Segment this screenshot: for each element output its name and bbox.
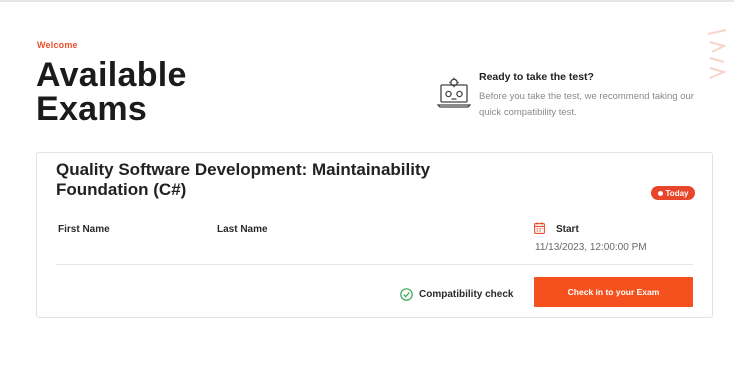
today-badge: Today [651, 186, 695, 200]
start-label: Start [556, 224, 579, 235]
check-in-button[interactable]: Check in to your Exam [534, 277, 693, 307]
top-border [0, 0, 734, 2]
promo-title: Ready to take the test? [479, 71, 594, 83]
laptop-settings-icon [437, 77, 471, 108]
promo-text: Before you take the test, we recommend t… [479, 91, 694, 118]
calendar-icon [534, 222, 545, 234]
first-name-label: First Name [58, 224, 110, 235]
page-title-line1: Available [36, 56, 187, 94]
badge-dot-icon [657, 190, 663, 196]
exam-title: Quality Software Development: Maintainab… [56, 160, 431, 199]
last-name-label: Last Name [217, 224, 268, 235]
page-title-line2: Exams [36, 90, 148, 128]
compatibility-check-label: Compatibility check [419, 288, 514, 300]
page-title: Available Exams [36, 58, 276, 126]
watermark-logo-icon [707, 29, 727, 79]
exam-card: Quality Software Development: Maintainab… [36, 152, 713, 318]
check-circle-icon [400, 287, 413, 301]
compatibility-check-link[interactable]: Compatibility check [400, 286, 513, 302]
today-badge-label: Today [665, 188, 689, 198]
card-divider [56, 264, 693, 265]
welcome-label: Welcome [37, 40, 78, 50]
start-datetime: 11/13/2023, 12:00:00 PM [535, 242, 647, 253]
